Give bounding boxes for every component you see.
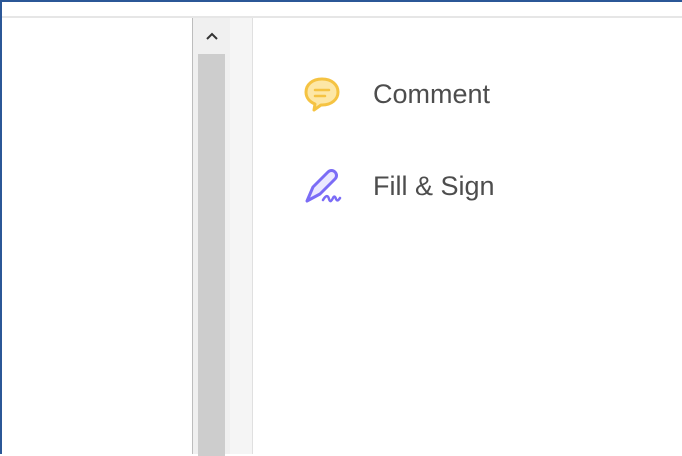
comment-bubble-icon	[303, 73, 345, 115]
tool-comment[interactable]: Comment	[303, 72, 490, 116]
app-window: Comment Fill & Sign	[0, 0, 682, 456]
scroll-thumb[interactable]	[198, 54, 225, 456]
fill-sign-pen-icon	[303, 165, 345, 207]
scroll-up-button[interactable]	[193, 18, 230, 54]
tool-fill-sign-label: Fill & Sign	[373, 170, 495, 201]
chevron-up-icon	[205, 32, 218, 40]
left-navigation-pane	[2, 18, 193, 454]
tools-panel: Comment Fill & Sign	[253, 18, 682, 454]
toolbar-strip	[2, 2, 682, 18]
tool-comment-label: Comment	[373, 78, 491, 109]
tool-fill-sign[interactable]: Fill & Sign	[303, 164, 495, 208]
pane-splitter[interactable]	[230, 18, 253, 454]
vertical-scrollbar[interactable]	[193, 18, 230, 456]
